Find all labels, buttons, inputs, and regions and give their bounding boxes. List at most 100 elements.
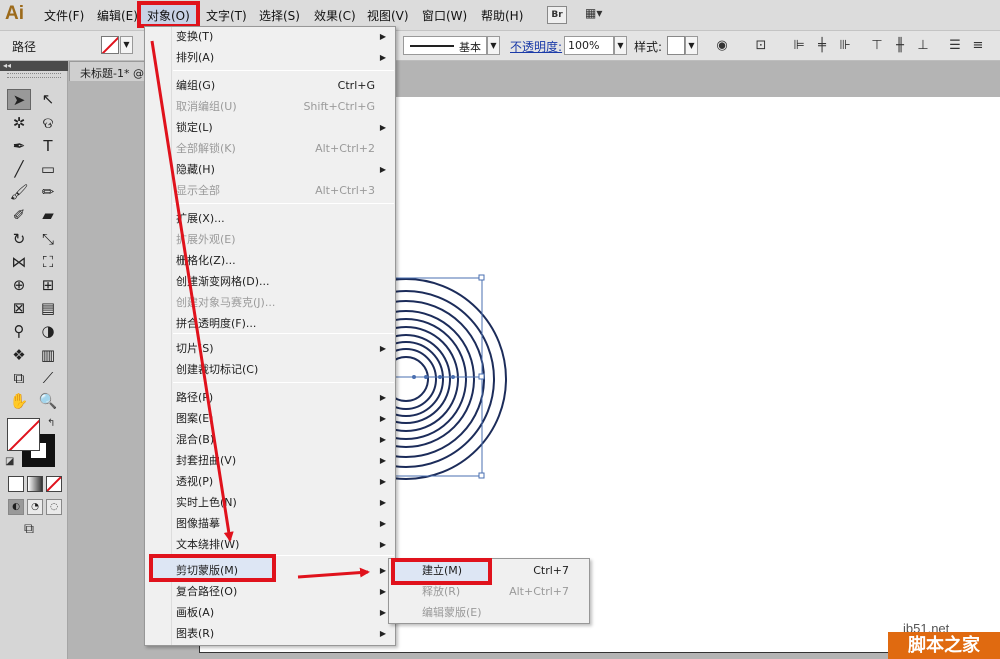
align-bottom-icon[interactable]: ⊥ bbox=[914, 37, 932, 55]
menu-select[interactable]: 选择(S) bbox=[259, 7, 300, 24]
arrange-documents-icon[interactable]: ▦▾ bbox=[585, 6, 613, 24]
menu-window[interactable]: 窗口(W) bbox=[422, 7, 467, 24]
rectangle-tool-icon[interactable]: ▭ bbox=[36, 159, 60, 180]
blend-tool-icon[interactable]: ◑ bbox=[36, 321, 60, 342]
object-menu-item[interactable]: 文本绕排(W) ▶ bbox=[145, 535, 395, 555]
line-tool-icon[interactable]: ╱ bbox=[7, 159, 31, 180]
perspective-grid-tool-icon[interactable]: ⊞ bbox=[36, 275, 60, 296]
object-menu-item[interactable]: 隐藏(H) ▶ bbox=[145, 160, 395, 180]
object-menu-item[interactable]: 全部解锁(K) Alt+Ctrl+2 bbox=[145, 139, 395, 159]
free-transform-tool-icon[interactable]: ⛶ bbox=[36, 252, 60, 273]
opacity-input[interactable]: 100% bbox=[564, 36, 614, 55]
eraser-tool-icon[interactable]: ▰ bbox=[36, 205, 60, 226]
object-menu-item[interactable]: 拼合透明度(F)... bbox=[145, 314, 395, 334]
menu-edit[interactable]: 编辑(E) bbox=[97, 7, 138, 24]
object-menu-item[interactable]: 创建渐变网格(D)... bbox=[145, 272, 395, 292]
object-menu-item[interactable]: 画板(A) ▶ bbox=[145, 603, 395, 623]
distribute-vcenter-icon[interactable]: ≡ bbox=[969, 37, 987, 55]
scale-tool-icon[interactable]: ⤡ bbox=[36, 229, 60, 250]
menu-help[interactable]: 帮助(H) bbox=[481, 7, 523, 24]
gradient-tool-icon[interactable]: ▤ bbox=[36, 298, 60, 319]
align-hcenter-icon[interactable]: ╪ bbox=[813, 37, 831, 55]
shape-builder-tool-icon[interactable]: ⊕ bbox=[7, 275, 31, 296]
clipping-mask-menu-item[interactable]: 剪切蒙版(M) ▶ bbox=[145, 561, 395, 581]
symbol-sprayer-tool-icon[interactable]: ❖ bbox=[7, 345, 31, 366]
object-menu-item[interactable]: 混合(B) ▶ bbox=[145, 430, 395, 450]
object-menu-item[interactable]: 图案(E) ▶ bbox=[145, 409, 395, 429]
object-menu-item[interactable]: 变换(T) ▶ bbox=[145, 27, 395, 47]
object-menu-item[interactable]: 切片(S) ▶ bbox=[145, 339, 395, 359]
clipping-mask-submenu-item[interactable]: 编辑蒙版(E) bbox=[389, 603, 589, 623]
recolor-icon[interactable]: ◉ bbox=[713, 37, 731, 55]
align-to-icon[interactable]: ⊡ bbox=[752, 37, 770, 55]
draw-behind-icon[interactable]: ◔ bbox=[27, 499, 43, 515]
slice-tool-icon[interactable]: ⟋ bbox=[36, 368, 60, 389]
object-menu-item[interactable]: 实时上色(N) ▶ bbox=[145, 493, 395, 513]
draw-normal-icon[interactable]: ◐ bbox=[8, 499, 24, 515]
menu-effect[interactable]: 效果(C) bbox=[314, 7, 356, 24]
draw-inside-icon[interactable]: ◌ bbox=[46, 499, 62, 515]
magic-wand-tool-icon[interactable]: ✲ bbox=[7, 113, 31, 134]
gradient-mode-button[interactable] bbox=[27, 476, 43, 492]
object-menu-item[interactable]: 栅格化(Z)... bbox=[145, 251, 395, 271]
object-menu-item[interactable]: 扩展外观(E) bbox=[145, 230, 395, 250]
object-menu-item[interactable]: 图像描摹 ▶ bbox=[145, 514, 395, 534]
object-menu-item[interactable]: 锁定(L) ▶ bbox=[145, 118, 395, 138]
object-menu-item[interactable]: 编组(G) Ctrl+G bbox=[145, 76, 395, 96]
default-colors-icon[interactable]: ◪ bbox=[5, 456, 14, 467]
align-top-icon[interactable]: ⊤ bbox=[868, 37, 886, 55]
stroke-profile-dropdown[interactable]: ▼ bbox=[487, 36, 500, 55]
object-menu-item[interactable]: 排列(A) ▶ bbox=[145, 48, 395, 68]
object-menu-item[interactable]: 路径(P) ▶ bbox=[145, 388, 395, 408]
zoom-tool-icon[interactable]: 🔍 bbox=[36, 391, 60, 412]
pen-tool-icon[interactable]: ✒ bbox=[7, 136, 31, 157]
eyedropper-tool-icon[interactable]: ⚲ bbox=[7, 321, 31, 342]
width-tool-icon[interactable]: ⋈ bbox=[7, 252, 31, 273]
blob-brush-tool-icon[interactable]: ✐ bbox=[7, 205, 31, 226]
hand-tool-icon[interactable]: ✋ bbox=[7, 391, 31, 412]
swap-colors-icon[interactable]: ↰ bbox=[47, 418, 55, 429]
lasso-tool-icon[interactable]: ଡ bbox=[36, 113, 60, 134]
align-right-icon[interactable]: ⊪ bbox=[836, 37, 854, 55]
none-mode-button[interactable] bbox=[46, 476, 62, 492]
opacity-dropdown[interactable]: ▼ bbox=[614, 36, 627, 55]
artboard-tool-icon[interactable]: ⧉ bbox=[7, 368, 31, 389]
object-menu-item[interactable]: 显示全部 Alt+Ctrl+3 bbox=[145, 181, 395, 201]
mesh-tool-icon[interactable]: ⊠ bbox=[7, 298, 31, 319]
menu-file[interactable]: 文件(F) bbox=[44, 7, 84, 24]
clipping-mask-submenu-item[interactable]: 建立(M) Ctrl+7 bbox=[389, 561, 589, 581]
paintbrush-tool-icon[interactable]: 🖌 bbox=[7, 182, 31, 203]
stroke-color-swatch[interactable] bbox=[101, 36, 119, 54]
object-menu-item[interactable]: 取消编组(U) Shift+Ctrl+G bbox=[145, 97, 395, 117]
color-mode-button[interactable] bbox=[8, 476, 24, 492]
menu-object[interactable]: 对象(O) bbox=[147, 7, 190, 24]
stroke-profile-select[interactable]: 基本 bbox=[403, 36, 487, 55]
rotate-tool-icon[interactable]: ↻ bbox=[7, 229, 31, 250]
column-graph-tool-icon[interactable]: ▥ bbox=[36, 345, 60, 366]
graphic-style-dropdown[interactable]: ▼ bbox=[685, 36, 698, 55]
object-menu-item[interactable]: 透视(P) ▶ bbox=[145, 472, 395, 492]
object-menu-item[interactable]: 扩展(X)... bbox=[145, 209, 395, 229]
stroke-color-dropdown[interactable]: ▼ bbox=[120, 36, 133, 54]
tools-panel-grip[interactable] bbox=[7, 73, 61, 78]
pencil-tool-icon[interactable]: ✏ bbox=[36, 182, 60, 203]
object-menu-item[interactable]: 创建裁切标记(C) bbox=[145, 360, 395, 380]
screen-mode-icon[interactable]: ⧉ bbox=[24, 521, 34, 537]
object-menu-item[interactable]: 封套扭曲(V) ▶ bbox=[145, 451, 395, 471]
menu-view[interactable]: 视图(V) bbox=[367, 7, 409, 24]
bridge-button[interactable]: Br bbox=[547, 6, 567, 24]
type-tool-icon[interactable]: T bbox=[36, 136, 60, 157]
object-menu-item[interactable]: 复合路径(O) ▶ bbox=[145, 582, 395, 602]
clipping-mask-submenu-item[interactable]: 释放(R) Alt+Ctrl+7 bbox=[389, 582, 589, 602]
object-menu-item[interactable]: 创建对象马赛克(J)... bbox=[145, 293, 395, 313]
fill-color-swatch[interactable] bbox=[7, 418, 40, 451]
direct-selection-tool-icon[interactable]: ↖ bbox=[36, 89, 60, 110]
opacity-link[interactable]: 不透明度: bbox=[510, 38, 562, 55]
selection-tool-icon[interactable]: ➤ bbox=[7, 89, 31, 110]
align-left-icon[interactable]: ⊫ bbox=[790, 37, 808, 55]
object-menu-item[interactable]: 图表(R) ▶ bbox=[145, 624, 395, 644]
graphic-style-swatch[interactable] bbox=[667, 36, 685, 55]
tools-panel-header[interactable]: ◂◂ bbox=[0, 61, 68, 71]
distribute-top-icon[interactable]: ☰ bbox=[946, 37, 964, 55]
align-vcenter-icon[interactable]: ╫ bbox=[891, 37, 909, 55]
